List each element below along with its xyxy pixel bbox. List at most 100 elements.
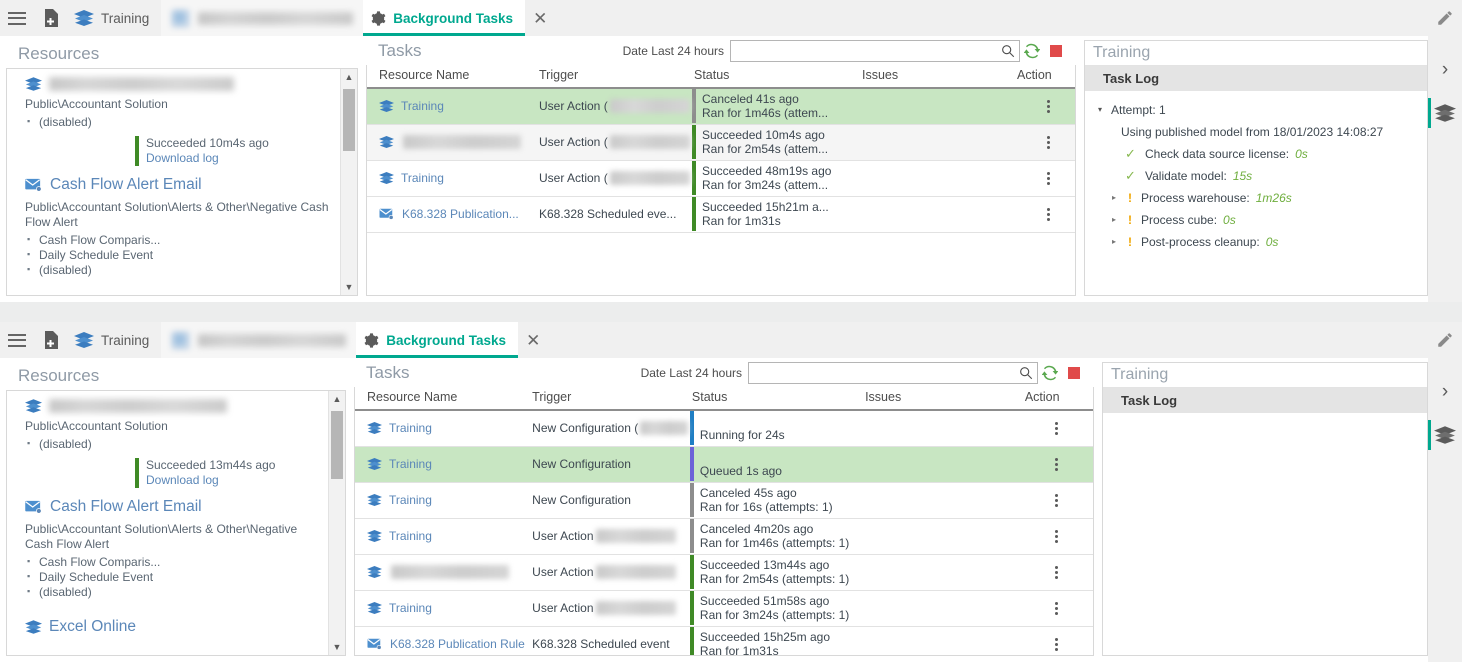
col-action[interactable]: Action (1021, 387, 1093, 410)
search-input[interactable] (749, 363, 1037, 383)
log-body: ▾ Attempt: 1 Using published model from … (1085, 91, 1427, 295)
stop-button[interactable] (1044, 40, 1068, 62)
tasks-table-wrapper-bottom: Resource Name Trigger Status Issues Acti… (354, 387, 1094, 656)
status-color-bar (692, 161, 696, 195)
search-icon[interactable] (1019, 366, 1033, 385)
expand-panel-button[interactable]: › (1428, 372, 1462, 410)
triangle-right-icon[interactable]: ▸ (1109, 231, 1119, 253)
edit-button-top[interactable] (1428, 0, 1462, 36)
window-top: Training Background Tasks ✕ Resources (0, 0, 1462, 302)
table-row[interactable]: K68.328 Publication RuleK68.328 Schedule… (355, 626, 1093, 656)
col-issues[interactable]: Issues (858, 65, 1013, 88)
more-vertical-icon[interactable] (1021, 632, 1093, 657)
refresh-button[interactable] (1020, 40, 1044, 62)
search-icon[interactable] (1001, 44, 1015, 63)
resource-item[interactable]: Public\Accountant Solution (disabled) Su… (25, 399, 319, 488)
tab-background-tasks[interactable]: Background Tasks (356, 322, 518, 358)
blurred-tab-label (198, 334, 346, 347)
col-trigger[interactable]: Trigger (535, 65, 690, 88)
resource-name: Cash Flow Alert Email (50, 498, 202, 516)
trigger-value-blurred (596, 565, 676, 579)
layers-icon (25, 399, 42, 413)
col-action[interactable]: Action (1013, 65, 1076, 88)
col-status[interactable]: Status (690, 65, 858, 88)
col-trigger[interactable]: Trigger (528, 387, 688, 410)
more-vertical-icon[interactable] (1013, 166, 1076, 191)
rail-layers-button[interactable] (1428, 94, 1462, 132)
resource-item[interactable]: Cash Flow Alert Email Public\Accountant … (25, 498, 319, 600)
email-rule-icon (25, 500, 43, 514)
expand-panel-button[interactable]: › (1428, 50, 1462, 88)
more-vertical-icon[interactable] (1013, 94, 1076, 119)
cell-trigger: User Action ( (539, 171, 608, 185)
resources-scrollbar[interactable]: ▲ ▼ (340, 69, 357, 295)
table-row[interactable]: TrainingNew ConfigurationQueued 1s ago (355, 446, 1093, 482)
scroll-down-icon[interactable]: ▼ (341, 279, 357, 295)
tab-close-button[interactable]: ✕ (518, 322, 556, 358)
table-row[interactable]: TrainingNew Configuration (Running for 2… (355, 410, 1093, 446)
more-vertical-icon[interactable] (1021, 596, 1093, 621)
new-document-button[interactable] (34, 0, 68, 36)
table-row[interactable]: K68.328 Publication...K68.328 Scheduled … (367, 196, 1076, 232)
tab-blurred[interactable] (161, 322, 356, 358)
date-filter-label[interactable]: Date Last 24 hours (641, 366, 748, 380)
triangle-right-icon[interactable]: ▸ (1109, 187, 1119, 209)
tab-close-button[interactable]: ✕ (525, 0, 563, 36)
status-line-2: Ran for 3m24s (attempts: 1) (700, 608, 849, 622)
edit-button-bottom[interactable] (1428, 322, 1462, 358)
tab-blurred[interactable] (161, 0, 363, 36)
scroll-up-icon[interactable]: ▲ (341, 69, 357, 85)
status-color-bar (690, 411, 694, 445)
table-row[interactable]: TrainingNew ConfigurationCanceled 45s ag… (355, 482, 1093, 518)
more-vertical-icon[interactable] (1021, 452, 1093, 477)
scroll-up-icon[interactable]: ▲ (329, 391, 345, 407)
download-log-link[interactable]: Download log (146, 473, 275, 488)
more-vertical-icon[interactable] (1013, 202, 1076, 227)
scrollbar-thumb[interactable] (343, 89, 355, 151)
hamburger-menu-button[interactable] (0, 322, 34, 358)
col-issues[interactable]: Issues (861, 387, 1021, 410)
resource-name-blurred (391, 565, 509, 579)
tab-training[interactable]: Training (68, 0, 161, 36)
refresh-button[interactable] (1038, 362, 1062, 384)
cell-trigger: User Action (532, 601, 593, 615)
status-color-bar (690, 483, 694, 517)
resources-scrollbar[interactable]: ▲ ▼ (328, 391, 345, 655)
resource-item[interactable]: Cash Flow Alert Email Public\Accountant … (25, 176, 331, 278)
table-row[interactable]: TrainingUser ActionSucceeded 51m58s agoR… (355, 590, 1093, 626)
stop-button[interactable] (1062, 362, 1086, 384)
resource-item[interactable]: Excel Online (25, 618, 319, 636)
table-row[interactable]: TrainingUser ActionCanceled 4m20s agoRan… (355, 518, 1093, 554)
search-box[interactable] (730, 40, 1020, 62)
more-vertical-icon[interactable] (1021, 524, 1093, 549)
log-attempt-row[interactable]: ▾ Attempt: 1 (1095, 99, 1417, 121)
more-vertical-icon[interactable] (1013, 130, 1076, 155)
tab-background-tasks[interactable]: Background Tasks (363, 0, 525, 36)
more-vertical-icon[interactable] (1021, 416, 1093, 441)
download-log-link[interactable]: Download log (146, 151, 269, 166)
col-resource-name[interactable]: Resource Name (367, 65, 535, 88)
table-row[interactable]: TrainingUser Action (Succeeded 48m19s ag… (367, 160, 1076, 196)
log-entry-row[interactable]: ▸ ! Process cube: 0s (1095, 209, 1417, 231)
tab-training[interactable]: Training (68, 322, 161, 358)
resource-item[interactable]: Public\Accountant Solution (disabled) Su… (25, 77, 331, 166)
col-resource-name[interactable]: Resource Name (355, 387, 528, 410)
log-entry-row[interactable]: ▸ ! Post-process cleanup: 0s (1095, 231, 1417, 253)
more-vertical-icon[interactable] (1021, 560, 1093, 585)
triangle-right-icon[interactable]: ▸ (1109, 209, 1119, 231)
new-document-button[interactable] (34, 322, 68, 358)
scrollbar-thumb[interactable] (331, 411, 343, 479)
table-row[interactable]: TrainingUser Action (Canceled 41s agoRan… (367, 88, 1076, 124)
date-filter-label[interactable]: Date Last 24 hours (623, 44, 730, 58)
log-entry-row[interactable]: ▸ ! Process warehouse: 1m26s (1095, 187, 1417, 209)
scroll-down-icon[interactable]: ▼ (329, 639, 345, 655)
col-status[interactable]: Status (688, 387, 861, 410)
rail-layers-button[interactable] (1428, 416, 1462, 454)
search-box[interactable] (748, 362, 1038, 384)
triangle-down-icon[interactable]: ▾ (1095, 99, 1105, 121)
table-row[interactable]: User Action (Succeeded 10m4s agoRan for … (367, 124, 1076, 160)
more-vertical-icon[interactable] (1021, 488, 1093, 513)
hamburger-menu-button[interactable] (0, 0, 34, 36)
search-input[interactable] (731, 41, 1019, 61)
table-row[interactable]: User ActionSucceeded 13m44s agoRan for 2… (355, 554, 1093, 590)
